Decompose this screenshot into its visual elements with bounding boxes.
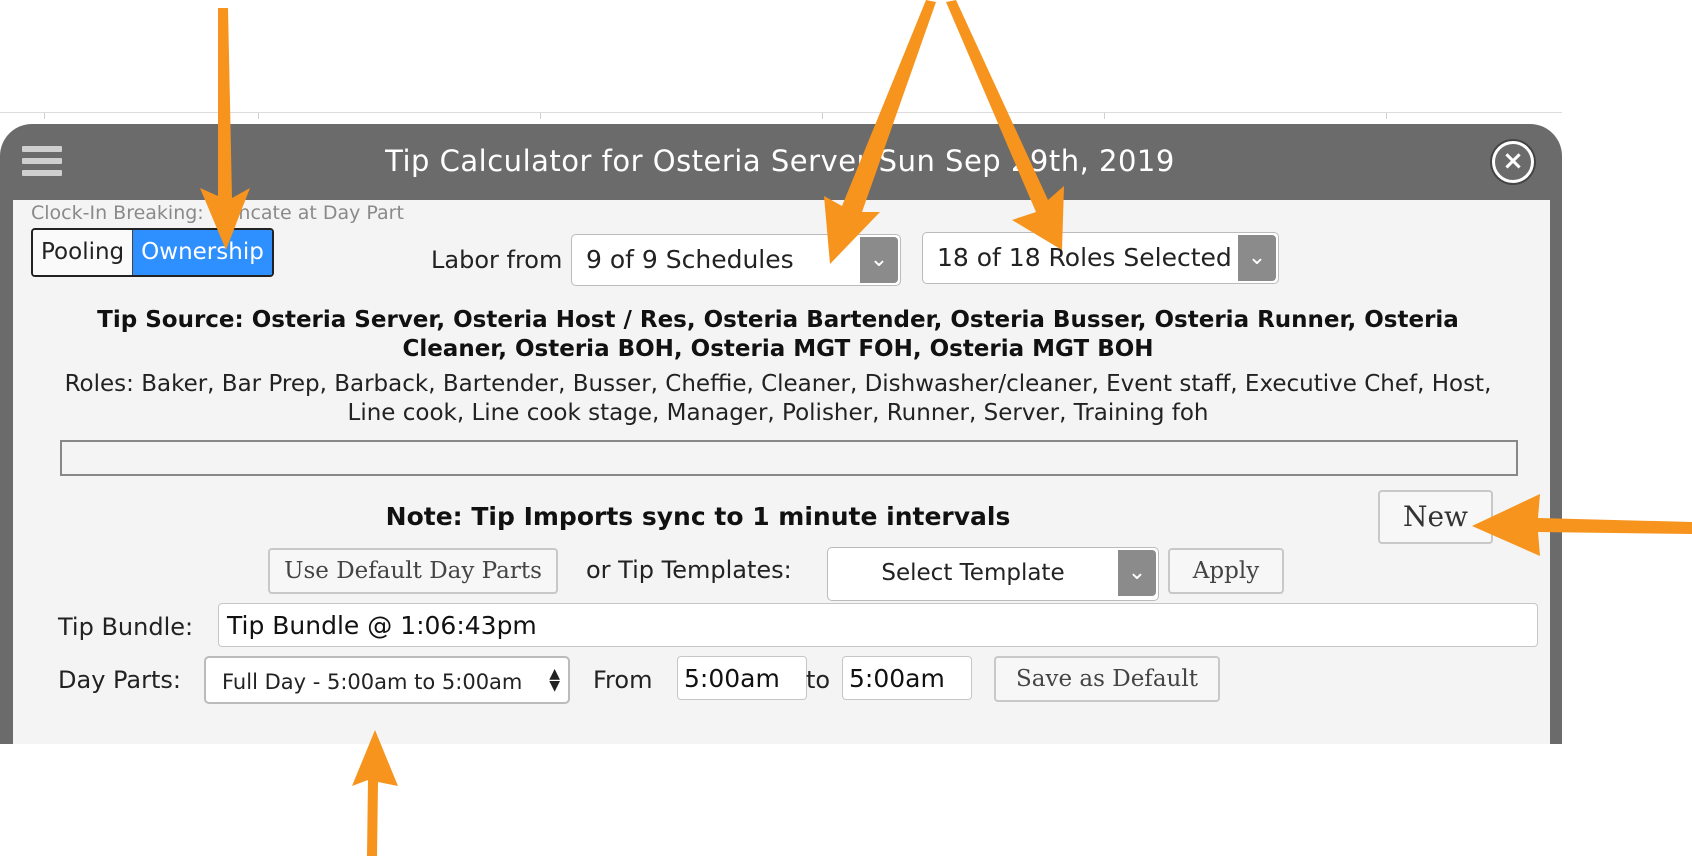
annotation-arrow-day-parts xyxy=(352,730,398,856)
annotation-arrows xyxy=(200,0,1692,856)
annotation-arrow-schedules xyxy=(824,0,936,264)
annotation-arrow-ownership xyxy=(200,8,250,250)
annotation-arrow-new xyxy=(1472,494,1692,556)
annotation-arrow-roles xyxy=(946,0,1064,250)
